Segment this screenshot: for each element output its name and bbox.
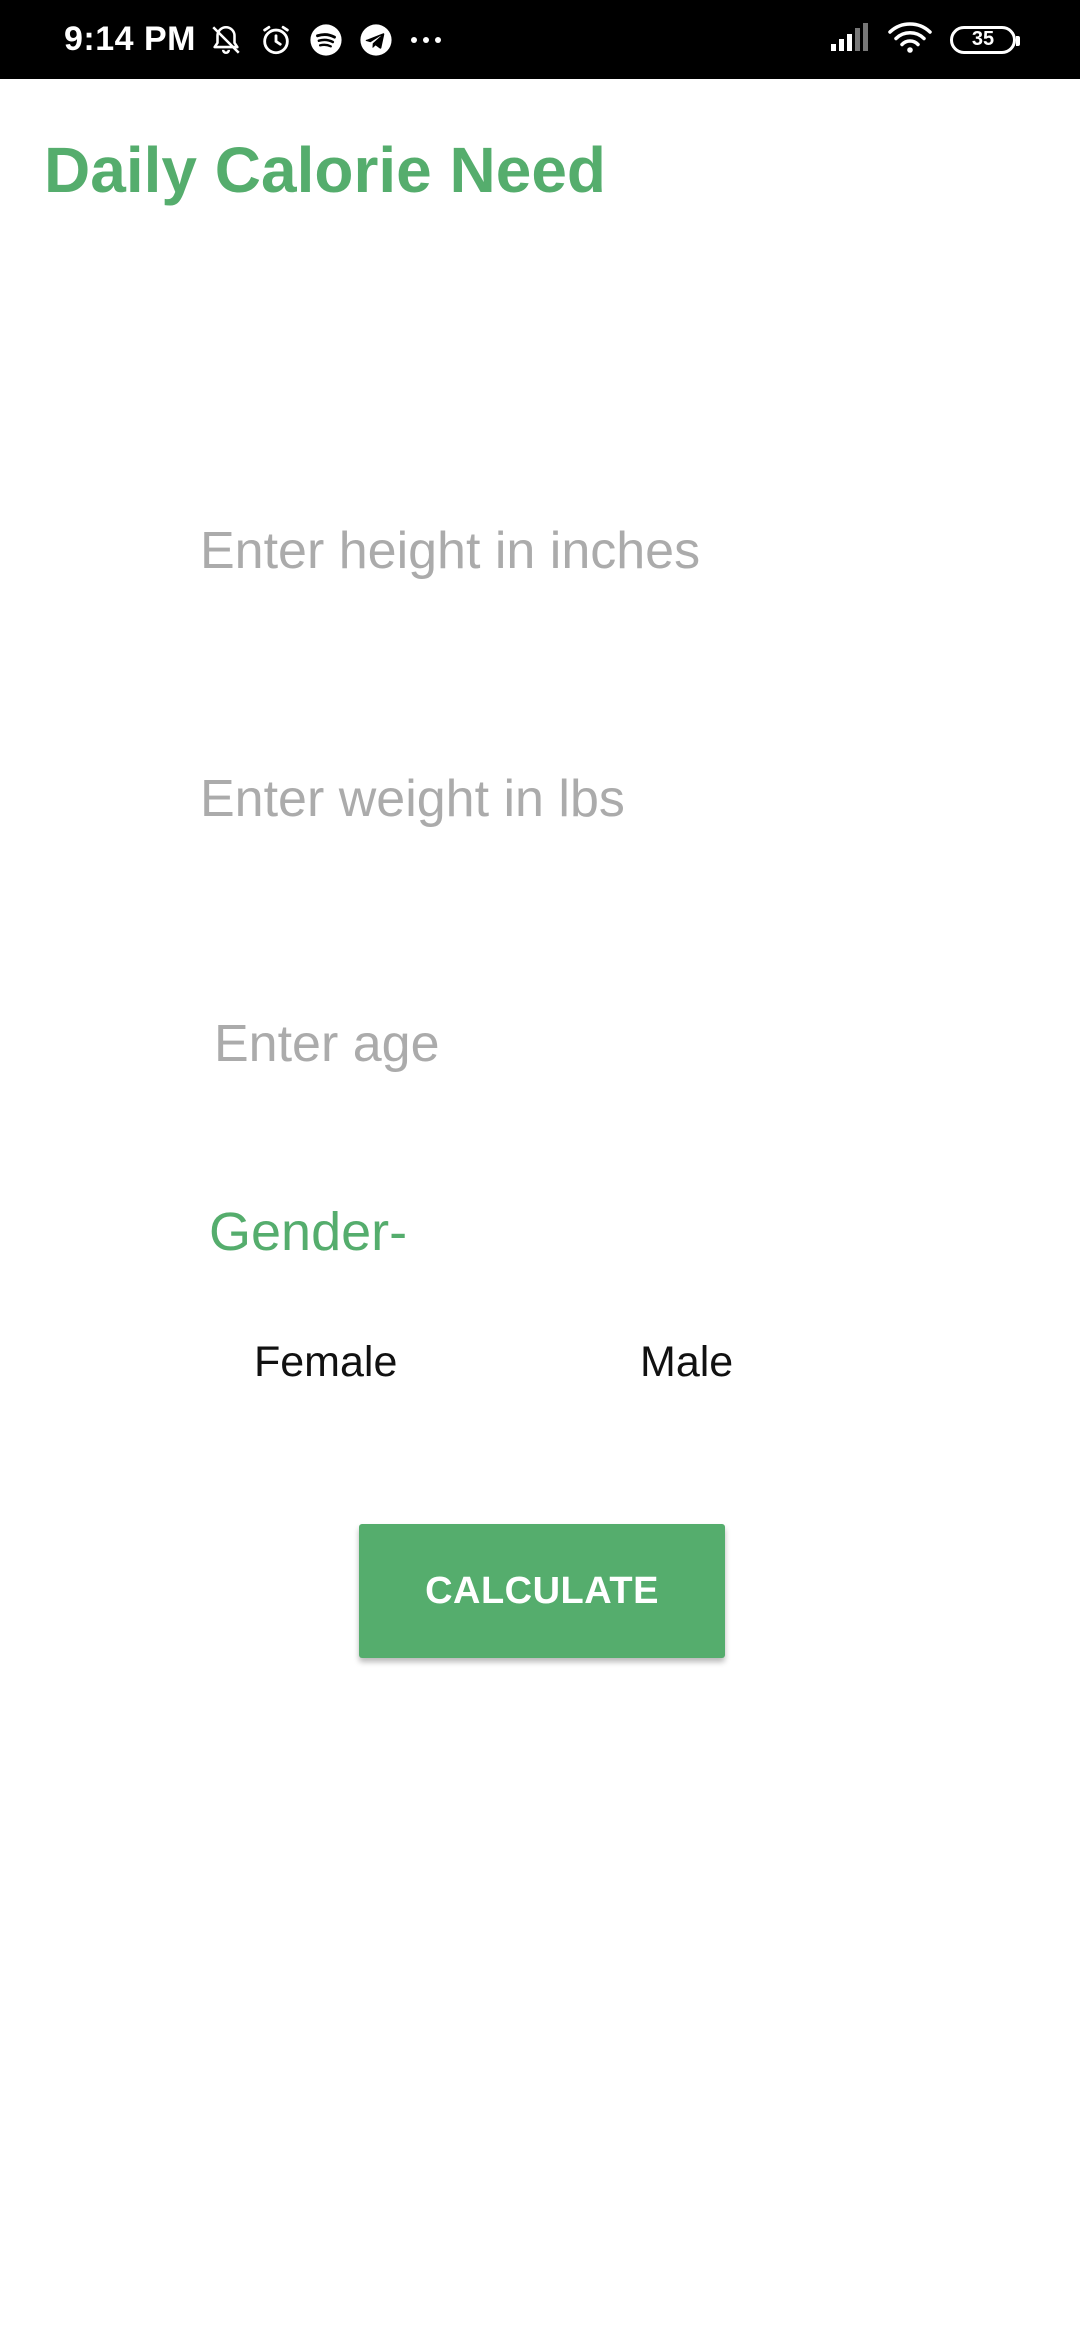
battery-level: 35 (971, 28, 995, 50)
calculate-button[interactable]: CALCULATE (359, 1524, 725, 1658)
gender-option-male[interactable]: Male (640, 1336, 733, 1388)
app-title: Daily Calorie Need (44, 134, 606, 206)
battery-icon: 35 (950, 25, 1020, 54)
gender-option-female[interactable]: Female (254, 1336, 397, 1388)
wifi-icon (888, 21, 932, 58)
alarm-icon (258, 22, 294, 58)
muted-bell-icon (208, 22, 244, 58)
gender-label: Gender- (209, 1202, 408, 1262)
telegram-icon (358, 22, 394, 58)
age-input[interactable] (214, 1008, 834, 1080)
gender-option-male-label: Male (640, 1338, 734, 1386)
height-input[interactable] (200, 515, 820, 587)
spotify-icon (308, 22, 344, 58)
signal-icon (830, 22, 870, 57)
gender-option-female-label: Female (254, 1338, 398, 1386)
status-time: 9:14 PM (64, 20, 196, 58)
more-dots-icon (408, 22, 444, 58)
status-bar: 9:14 PM 35 (0, 0, 1080, 79)
weight-input[interactable] (200, 763, 820, 835)
system-icons: 35 (830, 0, 1020, 79)
notification-icons (208, 0, 444, 79)
